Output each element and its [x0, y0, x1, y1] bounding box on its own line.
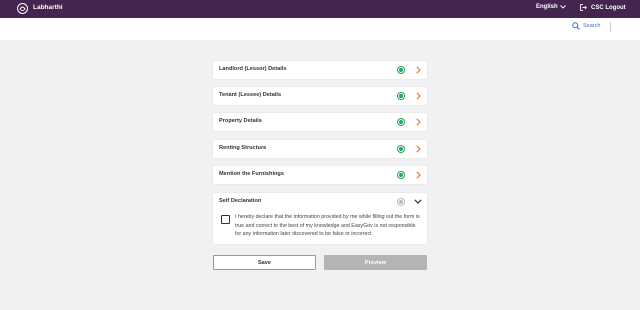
- app-title: Labharthi: [33, 4, 63, 11]
- chevron-right-icon[interactable]: [416, 145, 421, 153]
- chevron-right-icon[interactable]: [416, 66, 421, 74]
- section-landlord-details[interactable]: Landlord (Lessor) Details: [213, 61, 427, 79]
- section-label: Renting Structure: [219, 145, 267, 151]
- language-label: English: [536, 4, 558, 10]
- section-label: Tenant (Lessee) Details: [219, 92, 282, 98]
- chevron-down-icon: [559, 5, 566, 9]
- complete-status-icon: [397, 118, 405, 126]
- section-label: Self Declaration: [219, 198, 262, 204]
- chevron-right-icon[interactable]: [416, 171, 421, 179]
- pending-status-icon: [397, 198, 405, 206]
- complete-status-icon: [397, 66, 405, 74]
- divider: [610, 22, 611, 32]
- logout-label: CSC Logout: [591, 4, 626, 11]
- language-selector[interactable]: English: [536, 4, 566, 10]
- section-self-declaration: Self Declaration I hereby declare that t…: [213, 193, 427, 244]
- section-tenant-details[interactable]: Tenant (Lessee) Details: [213, 87, 427, 105]
- chevron-down-icon[interactable]: [414, 199, 422, 204]
- section-label: Mention the Furnishings: [219, 171, 284, 177]
- self-declaration-header[interactable]: Self Declaration: [213, 193, 427, 211]
- top-bar: Labharthi English CSC Logout: [0, 0, 640, 18]
- declaration-text: I hereby declare that the information pr…: [235, 214, 420, 238]
- preview-button[interactable]: Preview: [324, 255, 427, 270]
- search-icon: [572, 22, 580, 30]
- app-logo-icon: [17, 3, 28, 14]
- logout-button[interactable]: CSC Logout: [580, 4, 626, 11]
- save-button[interactable]: Save: [213, 255, 316, 270]
- section-property-details[interactable]: Property Details: [213, 113, 427, 131]
- declaration-checkbox[interactable]: [221, 215, 230, 224]
- search-button[interactable]: Search: [572, 22, 600, 30]
- sub-header: Search: [0, 18, 640, 40]
- section-label: Property Details: [219, 118, 262, 124]
- logout-icon: [580, 4, 587, 11]
- chevron-right-icon[interactable]: [416, 92, 421, 100]
- search-label: Search: [583, 23, 601, 29]
- chevron-right-icon[interactable]: [416, 118, 421, 126]
- section-renting-structure[interactable]: Renting Structure: [213, 140, 427, 158]
- section-furnishings[interactable]: Mention the Furnishings: [213, 166, 427, 184]
- complete-status-icon: [397, 92, 405, 100]
- complete-status-icon: [397, 171, 405, 179]
- section-label: Landlord (Lessor) Details: [219, 66, 287, 72]
- complete-status-icon: [397, 145, 405, 153]
